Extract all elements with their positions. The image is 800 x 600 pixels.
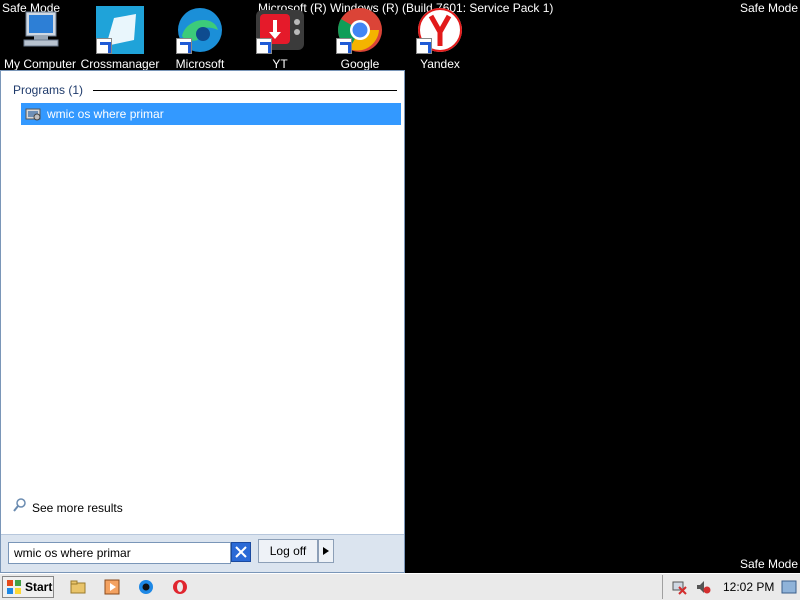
- start-button[interactable]: Start: [2, 576, 54, 598]
- desktop-icon-label: Yandex: [420, 58, 460, 70]
- search-result-item[interactable]: wmic os where primar: [21, 103, 401, 125]
- desktop-icon-microsoft-edge[interactable]: Microsoft: [160, 6, 240, 70]
- explorer-taskbar-icon[interactable]: [70, 579, 86, 595]
- taskbar-clock[interactable]: 12:02 PM: [723, 580, 774, 594]
- start-menu: Programs (1) wmic os where primar See mo…: [0, 70, 405, 573]
- triangle-right-icon: [323, 547, 329, 555]
- desktop-icon-label: Microsoft: [175, 58, 225, 70]
- start-button-label: Start: [25, 580, 53, 594]
- programs-group-header: Programs (1): [13, 83, 84, 97]
- start-search-input[interactable]: [8, 542, 231, 564]
- desktop-icon-label: Crossmanager: [80, 58, 160, 70]
- see-more-results-link[interactable]: See more results: [13, 498, 123, 517]
- see-more-results-label: See more results: [32, 500, 123, 515]
- clear-search-button[interactable]: [231, 542, 251, 562]
- edge-icon: [176, 6, 224, 54]
- desktop-icon-label: My Computer: [3, 58, 77, 70]
- desktop-icon-yandex[interactable]: Yandex: [400, 6, 480, 70]
- browser-taskbar-icon[interactable]: [138, 579, 154, 595]
- safe-mode-label-bottom-right: Safe Mode: [739, 557, 798, 571]
- computer-icon: [16, 6, 64, 54]
- close-icon: [235, 546, 247, 558]
- chrome-icon: [336, 6, 384, 54]
- desktop-icon-yt[interactable]: YT: [240, 6, 320, 70]
- log-off-button[interactable]: Log off: [258, 539, 318, 563]
- shutdown-options-button[interactable]: [318, 539, 334, 563]
- log-off-label: Log off: [269, 544, 307, 558]
- show-desktop-icon[interactable]: [781, 579, 797, 595]
- yandex-icon: [416, 6, 464, 54]
- taskbar: Start 12:02 PM: [0, 573, 800, 600]
- desktop-icon-label: YT: [272, 58, 288, 70]
- volume-muted-icon[interactable]: [695, 579, 711, 595]
- desktop-icon-crossmanager[interactable]: Crossmanager: [80, 6, 160, 70]
- wmic-program-icon: [25, 106, 41, 122]
- search-result-label: wmic os where primar: [47, 107, 164, 121]
- start-menu-bottom-bar: Log off: [1, 534, 404, 572]
- desktop-icon-google-chrome[interactable]: Google: [320, 6, 400, 70]
- opera-taskbar-icon[interactable]: [172, 579, 188, 595]
- programs-divider: [93, 90, 397, 91]
- crossmanager-icon: [96, 6, 144, 54]
- desktop-icon-label: Google: [340, 58, 380, 70]
- search-magnifier-icon: [13, 498, 27, 517]
- system-tray: 12:02 PM: [662, 575, 800, 599]
- shortcut-arrow-icon: [176, 38, 192, 54]
- yt-downloader-icon: [256, 6, 304, 54]
- safe-mode-label-top-right: Safe Mode: [739, 1, 798, 15]
- desktop-icon-my-computer[interactable]: My Computer: [0, 6, 80, 70]
- shortcut-arrow-icon: [416, 38, 432, 54]
- media-player-taskbar-icon[interactable]: [104, 579, 120, 595]
- windows-logo-icon: [7, 580, 21, 594]
- shortcut-arrow-icon: [336, 38, 352, 54]
- network-icon[interactable]: [671, 579, 687, 595]
- shortcut-arrow-icon: [256, 38, 272, 54]
- shortcut-arrow-icon: [96, 38, 112, 54]
